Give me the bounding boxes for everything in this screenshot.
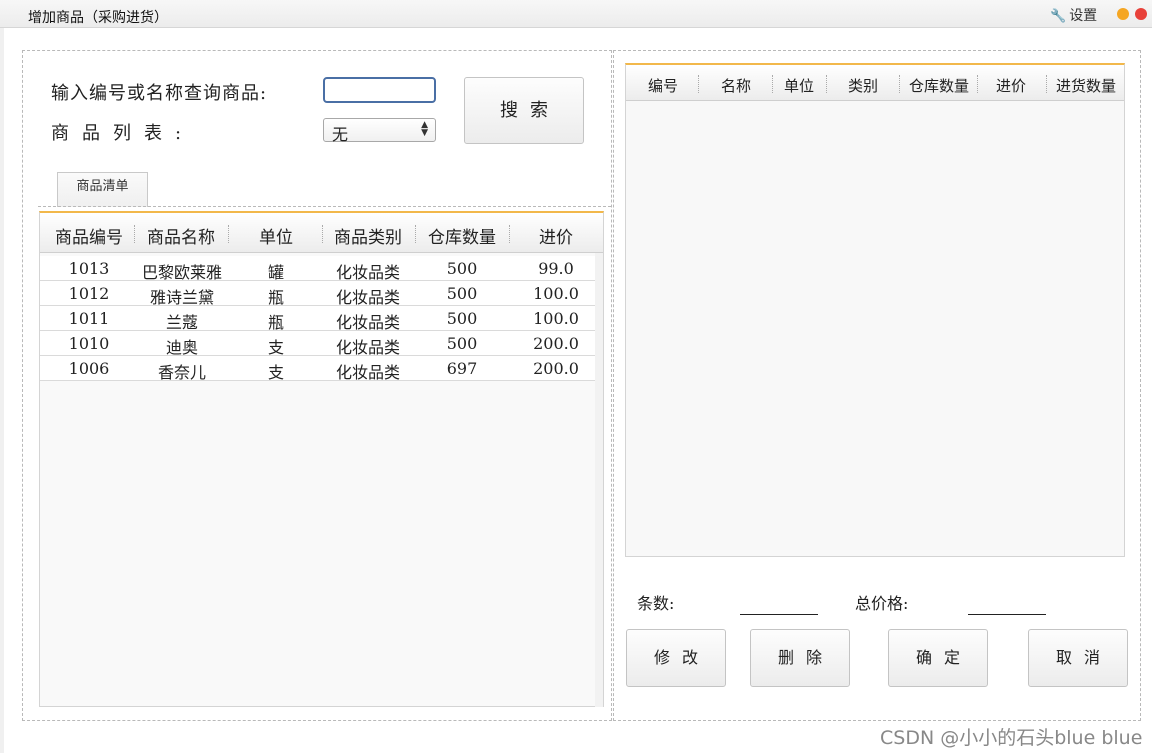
col-separator (134, 225, 135, 243)
table-body: 1013 巴黎欧莱雅 罐 化妆品类 500 99.0 1012 雅诗兰黛 瓶 化… (40, 256, 603, 382)
confirm-button[interactable]: 确定 (888, 629, 988, 687)
table-row[interactable]: 1006 香奈儿 支 化妆品类 697 200.0 (40, 356, 603, 382)
count-value (740, 614, 818, 615)
settings-label: 设置 (1069, 8, 1098, 24)
title-bar: 增加商品（采购进货） 🔧 设置 (0, 0, 1152, 28)
window-edge (0, 28, 4, 753)
wrench-icon: 🔧 (1050, 9, 1067, 24)
table-scrollbar[interactable] (595, 253, 603, 707)
total-price-label: 总价格: (855, 594, 909, 613)
count-label: 条数: (637, 594, 675, 613)
col-header[interactable]: 编号 (628, 75, 698, 96)
product-list-label: 商品列表: (51, 123, 195, 144)
delete-button[interactable]: 删除 (750, 629, 850, 687)
modify-button[interactable]: 修改 (626, 629, 726, 687)
col-header[interactable]: 商品类别 (328, 223, 408, 248)
col-header[interactable]: 仓库数量 (420, 223, 504, 248)
col-separator (415, 225, 416, 243)
table-header: 编号 名称 单位 类别 仓库数量 进价 进货数量 (626, 65, 1124, 101)
settings-button[interactable]: 🔧 设置 (1050, 5, 1097, 25)
search-input[interactable] (323, 77, 436, 103)
col-separator (509, 225, 510, 243)
col-header[interactable]: 类别 (830, 75, 896, 96)
col-separator (228, 225, 229, 243)
col-separator (698, 75, 699, 93)
product-table: 商品编号 商品名称 单位 商品类别 仓库数量 进价 1013 巴黎欧莱雅 罐 化… (39, 211, 604, 707)
table-row[interactable]: 1010 迪奥 支 化妆品类 500 200.0 (40, 331, 603, 357)
col-header[interactable]: 商品名称 (140, 223, 222, 248)
table-row[interactable]: 1012 雅诗兰黛 瓶 化妆品类 500 100.0 (40, 281, 603, 307)
col-separator (322, 225, 323, 243)
table-header: 商品编号 商品名称 单位 商品类别 仓库数量 进价 (40, 213, 603, 253)
col-separator (1046, 75, 1047, 93)
purchase-table: 编号 名称 单位 类别 仓库数量 进价 进货数量 (625, 63, 1125, 557)
tab-product-list[interactable]: 商品清单 (57, 172, 148, 207)
window-title: 增加商品（采购进货） (28, 10, 168, 26)
col-separator (826, 75, 827, 93)
col-header[interactable]: 单位 (236, 223, 316, 248)
spinner-arrows-icon: ▲ ▼ (421, 120, 428, 138)
col-header[interactable]: 进价 (980, 75, 1042, 96)
col-separator (977, 75, 978, 93)
col-header[interactable]: 商品编号 (48, 223, 130, 248)
col-header[interactable]: 名称 (702, 75, 770, 96)
table-row[interactable]: 1013 巴黎欧莱雅 罐 化妆品类 500 99.0 (40, 256, 603, 282)
watermark: CSDN @小小的石头blue blue (880, 727, 1143, 749)
total-price-value (968, 614, 1046, 615)
product-list-select[interactable]: 无 ▲ ▼ (323, 118, 436, 144)
minimize-button[interactable] (1117, 8, 1129, 20)
tab-divider (38, 206, 611, 207)
close-button[interactable] (1135, 8, 1147, 20)
col-separator (899, 75, 900, 93)
col-header[interactable]: 进货数量 (1050, 75, 1122, 96)
select-value: 无 (332, 125, 349, 144)
search-button[interactable]: 搜索 (464, 77, 584, 144)
col-separator (772, 75, 773, 93)
col-header[interactable]: 仓库数量 (902, 75, 976, 96)
col-header[interactable]: 进价 (516, 223, 596, 248)
table-row[interactable]: 1011 兰蔻 瓶 化妆品类 500 100.0 (40, 306, 603, 332)
query-label: 输入编号或名称查询商品: (51, 83, 268, 104)
col-header[interactable]: 单位 (774, 75, 824, 96)
cancel-button[interactable]: 取消 (1028, 629, 1128, 687)
